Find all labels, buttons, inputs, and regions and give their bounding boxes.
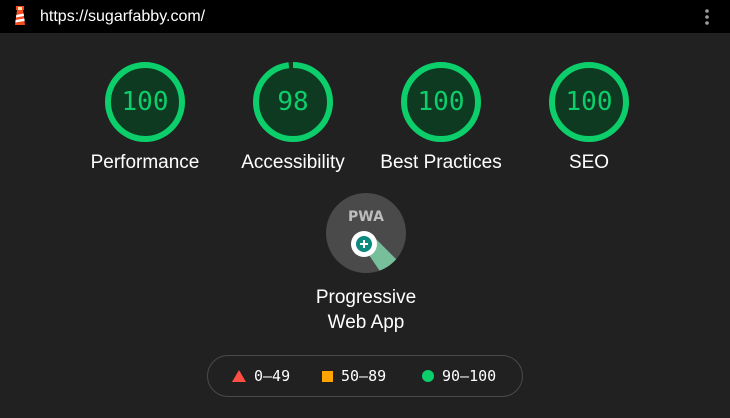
legend-range-fail: 0–49 [254, 367, 291, 385]
legend-item-average: 50–89 [322, 356, 386, 396]
pwa-badge-icon: PWA [326, 193, 406, 273]
square-icon [322, 370, 333, 382]
pwa-label-line1: Progressive [315, 287, 417, 308]
circle-icon [422, 370, 434, 382]
score-legend: 0–49 50–89 90–100 [207, 355, 523, 397]
legend-range-pass: 90–100 [442, 367, 497, 385]
pwa-label: Progressive Web App [266, 285, 466, 335]
legend-item-pass: 90–100 [422, 356, 496, 396]
pwa-label-line2: Web App [327, 312, 405, 333]
gauge-value-performance: 100 [121, 87, 169, 117]
pwa-badge-text: PWA [348, 209, 384, 225]
gauge-seo[interactable]: 100 SEO [514, 61, 664, 181]
gauge-value-seo: 100 [565, 87, 613, 117]
legend-item-fail: 0–49 [232, 356, 290, 396]
gauge-value-best-practices: 100 [417, 87, 465, 117]
legend-range-average: 50–89 [341, 367, 387, 385]
gauge-value-accessibility: 98 [277, 87, 309, 117]
triangle-icon [232, 370, 246, 382]
gauge-label-seo: SEO [568, 152, 610, 173]
